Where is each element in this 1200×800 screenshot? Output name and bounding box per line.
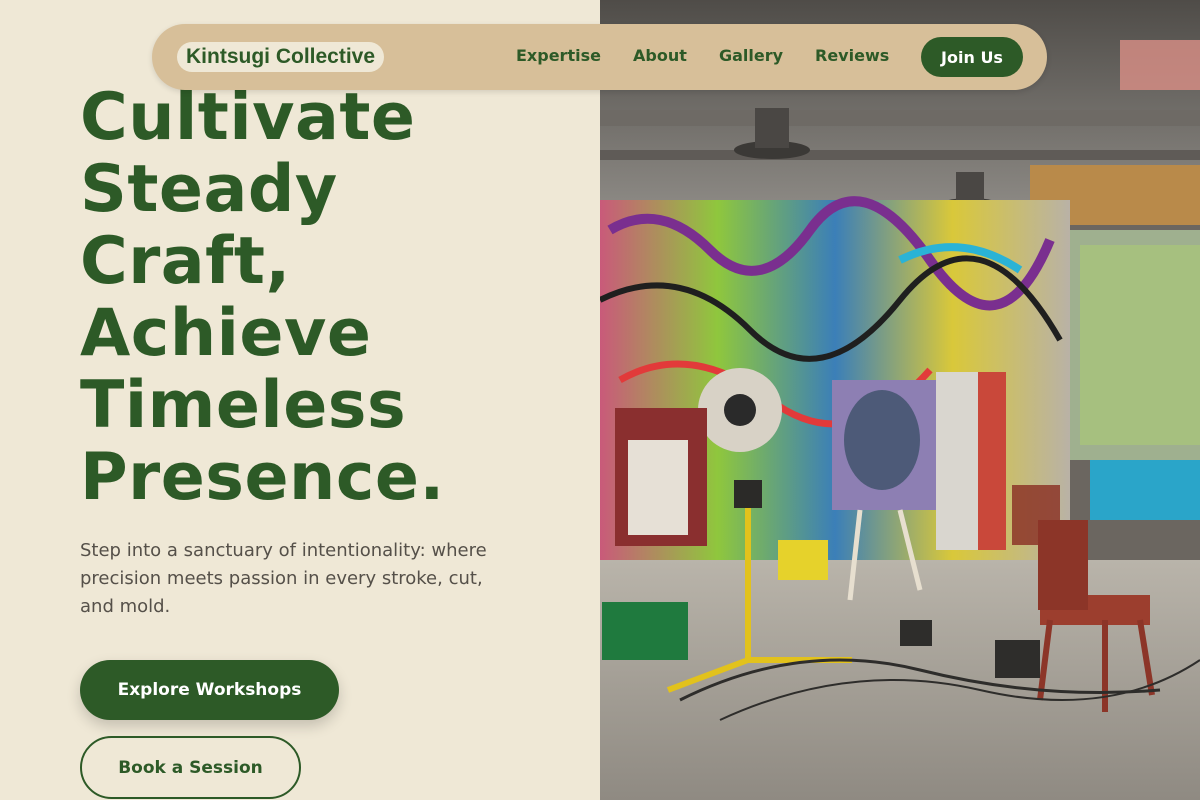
brand-logo[interactable]: Kintsugi Collective bbox=[177, 42, 385, 72]
headline-line: Achieve bbox=[80, 296, 372, 371]
nav-link-expertise[interactable]: Expertise bbox=[516, 46, 601, 65]
studio-illustration bbox=[600, 0, 1200, 800]
nav-link-reviews[interactable]: Reviews bbox=[815, 46, 889, 65]
nav-link-gallery[interactable]: Gallery bbox=[719, 46, 783, 65]
headline-line: Steady bbox=[80, 152, 338, 227]
studio-hero-image bbox=[600, 0, 1200, 800]
nav-link-about[interactable]: About bbox=[633, 46, 687, 65]
top-navbar: Kintsugi Collective Expertise About Gall… bbox=[152, 24, 1047, 90]
headline-line: Cultivate bbox=[80, 80, 416, 155]
headline-line: Timeless bbox=[80, 368, 407, 443]
explore-workshops-button[interactable]: Explore Workshops bbox=[80, 660, 339, 720]
headline-line: Craft, bbox=[80, 224, 291, 299]
join-us-button[interactable]: Join Us bbox=[921, 37, 1023, 77]
book-session-button[interactable]: Book a Session bbox=[80, 736, 301, 799]
headline-line: Presence. bbox=[80, 440, 445, 515]
hero-headline: Cultivate Steady Craft, Achieve Timeless… bbox=[80, 82, 590, 514]
hero-subtext: Step into a sanctuary of intentionality:… bbox=[80, 540, 487, 617]
hero-left-panel: Cultivate Steady Craft, Achieve Timeless… bbox=[0, 0, 600, 800]
